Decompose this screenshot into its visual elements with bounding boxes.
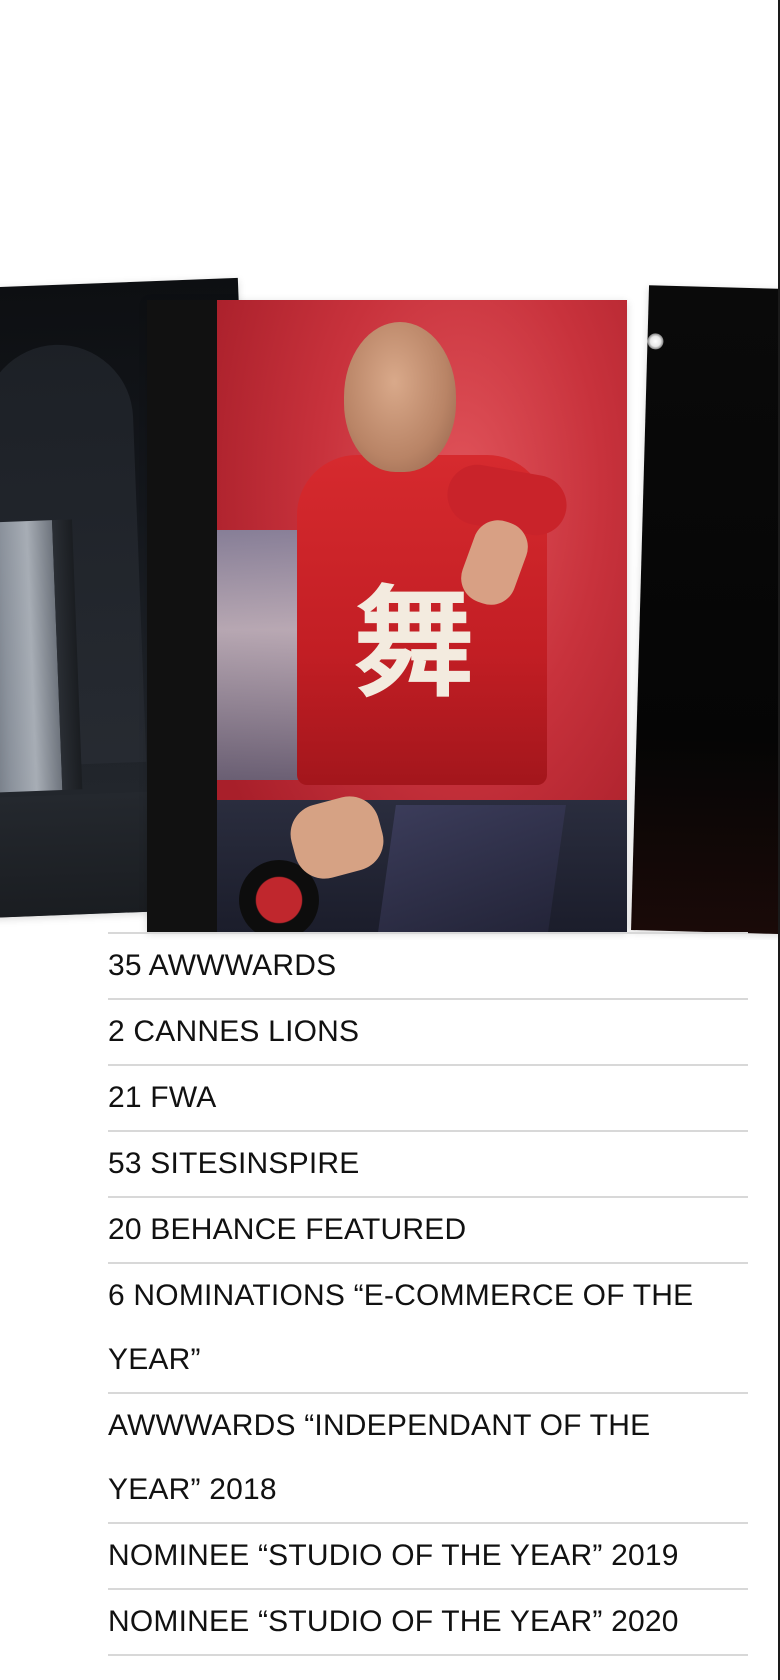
awards-list: 35 AWWWARDS 2 CANNES LIONS 21 FWA 53 SIT… bbox=[108, 932, 748, 1656]
list-item: 6 NOMINATIONS “E-COMMERCE OF THE YEAR” bbox=[108, 1264, 748, 1394]
dj-portrait-image[interactable]: 舞 bbox=[147, 300, 627, 932]
list-item: 20 BEHANCE FEATURED bbox=[108, 1198, 748, 1264]
list-item: 53 SITESINSPIRE bbox=[108, 1132, 748, 1198]
list-item: AWWWARDS “INDEPENDANT OF THE YEAR” 2018 bbox=[108, 1394, 748, 1524]
list-item: 21 FWA bbox=[108, 1066, 748, 1132]
dark-stage-image[interactable] bbox=[631, 285, 778, 936]
list-item: 2 CANNES LIONS bbox=[108, 1000, 748, 1066]
dj-mixer bbox=[378, 805, 566, 932]
list-item: NOMINEE “STUDIO OF THE YEAR” 2020 bbox=[108, 1590, 748, 1656]
dark-edge bbox=[147, 300, 217, 932]
dj-head bbox=[344, 322, 456, 472]
list-item: NOMINEE “STUDIO OF THE YEAR” 2019 bbox=[108, 1524, 748, 1590]
stage-light bbox=[647, 333, 664, 350]
sweater-glyph: 舞 bbox=[354, 575, 474, 714]
list-item: 35 AWWWARDS bbox=[108, 934, 748, 1000]
image-gallery: 舞 bbox=[0, 0, 778, 940]
